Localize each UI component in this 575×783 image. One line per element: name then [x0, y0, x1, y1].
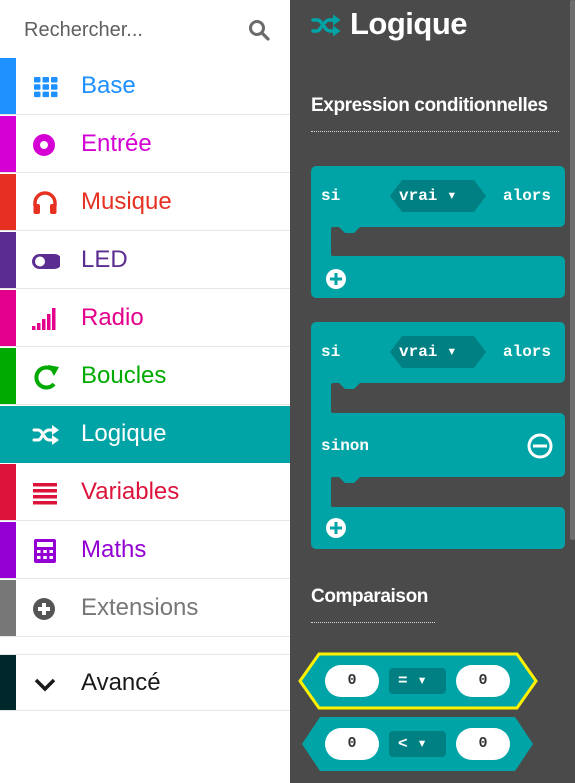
blocks-canvas [298, 166, 565, 771]
keyword-alors: alors [503, 187, 552, 205]
dropdown-value: vrai ▾ [399, 343, 457, 361]
number-value: 0 [347, 735, 357, 752]
keyword-si: si [321, 187, 341, 205]
keyword-si: si [321, 343, 341, 361]
section-heading-comparaison: Comparaison [311, 586, 429, 607]
number-value: 0 [478, 672, 488, 689]
number-value: 0 [347, 672, 357, 689]
number-value: 0 [478, 735, 488, 752]
keyword-sinon: sinon [321, 437, 370, 455]
section-divider [311, 622, 435, 623]
operator-value: < ▾ [398, 735, 427, 753]
dropdown-value: vrai ▾ [399, 187, 457, 205]
keyword-alors: alors [503, 343, 552, 361]
operator-value: = ▾ [398, 672, 427, 690]
